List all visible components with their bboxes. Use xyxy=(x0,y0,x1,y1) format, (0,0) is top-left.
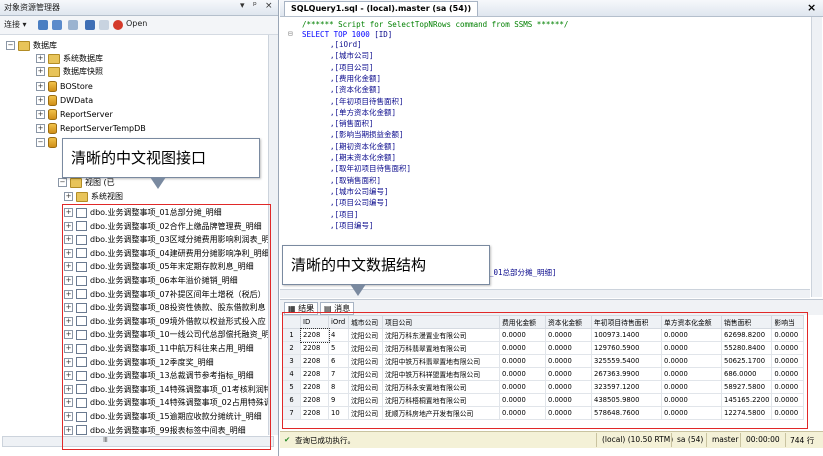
code-column-line: ,[城市公司] xyxy=(330,51,374,61)
tree-node-label: ReportServerTempDB xyxy=(60,124,146,133)
status-time: 00:00:00 xyxy=(746,435,780,444)
tree-node-database-snapshots[interactable]: + 数据库快照 xyxy=(36,65,103,78)
tree-node-collapsed-db[interactable]: − xyxy=(36,136,60,149)
code-column-line: ,[销售面积] xyxy=(330,119,374,129)
collapse-icon[interactable]: − xyxy=(58,178,67,187)
pin-icon[interactable]: ᵖ xyxy=(253,1,257,11)
close-icon[interactable]: × xyxy=(807,1,816,14)
expand-icon[interactable]: + xyxy=(36,96,45,105)
database-icon xyxy=(48,95,57,106)
code-column-line: ,[影响当期损益金额] xyxy=(330,130,404,140)
code-column-line: ,[项目编号] xyxy=(330,220,374,230)
close-icon[interactable]: × xyxy=(265,1,273,11)
tree-node-system-databases[interactable]: + 系统数据库 xyxy=(36,52,103,65)
expand-icon[interactable]: + xyxy=(36,67,45,76)
disconnect-icon[interactable] xyxy=(52,20,62,30)
object-explorer-toolbar: 连接 ▾ Open xyxy=(0,16,278,35)
editor-vertical-scrollbar[interactable] xyxy=(811,17,822,297)
tree-node-reportservertempdb[interactable]: + ReportServerTempDB xyxy=(36,122,146,135)
status-divider xyxy=(706,433,707,447)
code-column-line: ,[项目] xyxy=(330,209,359,219)
status-message: 查询已成功执行。 xyxy=(295,436,355,445)
code-column-line: ,[资本化金额] xyxy=(330,85,382,95)
status-divider xyxy=(785,433,786,447)
tree-node-label: 数据库快照 xyxy=(63,67,103,76)
code-comment: /****** Script for SelectTopNRows comman… xyxy=(302,20,569,29)
database-icon xyxy=(48,109,57,120)
collapse-icon[interactable]: − xyxy=(6,41,15,50)
tree-node-label: DWData xyxy=(60,96,94,105)
status-bar: ✔ 查询已成功执行。 (local) (10.50 RTM) sa (54) m… xyxy=(280,431,823,448)
status-rows: 744 行 xyxy=(790,436,815,445)
folder-icon xyxy=(70,177,82,188)
tree-node-system-views[interactable]: + 系统视图 xyxy=(64,190,123,203)
dropdown-icon[interactable]: ▾ xyxy=(240,1,245,11)
expand-icon[interactable]: + xyxy=(36,110,45,119)
query-tab[interactable]: SQLQuery1.sql - (local).master (sa (54)) xyxy=(284,1,479,16)
code-column-line: ,[iOrd] xyxy=(330,40,362,49)
code-column-line: ,[取年初项目待售面积] xyxy=(330,164,412,174)
collapse-marker[interactable]: ⊟ xyxy=(288,29,293,39)
stop-icon[interactable] xyxy=(68,20,78,30)
success-icon: ✔ xyxy=(284,435,291,444)
status-database: master xyxy=(712,435,739,444)
filter-icon[interactable] xyxy=(85,20,95,30)
open-button[interactable]: Open xyxy=(126,19,147,28)
tree-node-label: BOStore xyxy=(60,82,93,91)
connect-button[interactable]: 连接 ▾ xyxy=(4,19,27,30)
code-column-line: ,[项目公司] xyxy=(330,62,374,72)
code-column-line: ,[费用化金额] xyxy=(330,73,382,83)
database-icon xyxy=(48,123,57,134)
tree-node-dwdata[interactable]: + DWData xyxy=(36,94,93,107)
object-explorer-titlebar: 对象资源管理器 ▾ ᵖ × xyxy=(0,0,278,16)
connect-icon[interactable] xyxy=(38,20,48,30)
code-column-line: ,[项目公司编号] xyxy=(330,198,389,208)
collapse-icon[interactable]: − xyxy=(36,138,45,147)
callout-pointer xyxy=(350,284,366,296)
database-icon xyxy=(48,81,57,92)
code-column-line: ,[单方资本化金额] xyxy=(330,107,397,117)
code-select-line: SELECT TOP 1000 [ID] xyxy=(302,30,392,40)
code-column-line: ,[期末资本化余额] xyxy=(330,153,397,162)
status-divider xyxy=(671,433,672,447)
highlight-box-results xyxy=(282,312,808,429)
status-divider xyxy=(740,433,741,447)
tree-node-reportserver[interactable]: + ReportServer xyxy=(36,108,113,121)
code-column-line: ,[年初项目待售面积] xyxy=(330,96,404,106)
callout-text: 清晰的中文数据结构 xyxy=(291,256,427,274)
expand-icon[interactable]: + xyxy=(36,124,45,133)
callout-text: 清晰的中文视图接口 xyxy=(71,149,207,167)
status-divider xyxy=(596,433,597,447)
open-icon[interactable] xyxy=(113,20,123,30)
object-explorer-title: 对象资源管理器 xyxy=(4,3,60,12)
tree-node-label: 数据库 xyxy=(33,41,57,50)
tree-node-label: 系统数据库 xyxy=(63,54,103,63)
code-column-line: ,[城市公司编号] xyxy=(330,186,389,196)
expand-icon[interactable]: + xyxy=(36,82,45,91)
highlight-box-views xyxy=(62,204,271,450)
select-column: [ID] xyxy=(374,30,393,39)
folder-icon xyxy=(18,40,30,51)
folder-icon xyxy=(48,66,60,77)
expand-icon[interactable]: + xyxy=(64,192,73,201)
folder-icon xyxy=(48,53,60,64)
select-keyword: SELECT TOP 1000 xyxy=(302,30,370,39)
callout-view-interface: 清晰的中文视图接口 xyxy=(62,138,260,178)
status-server: (local) (10.50 RTM) xyxy=(602,435,674,444)
callout-data-structure: 清晰的中文数据结构 xyxy=(282,245,490,285)
database-icon xyxy=(48,137,57,148)
status-user: sa (54) xyxy=(677,435,704,444)
tree-node-label: 视图 (已 xyxy=(85,178,115,187)
folder-icon xyxy=(76,191,88,202)
refresh-icon[interactable] xyxy=(99,20,109,30)
tree-node-label: ReportServer xyxy=(60,110,113,119)
code-column-line: ,[期初资本化金额] xyxy=(330,141,397,151)
code-column-line: ,[取销售面积] xyxy=(330,175,382,185)
expand-icon[interactable]: + xyxy=(36,54,45,63)
tree-node-label: 系统视图 xyxy=(91,192,123,201)
tree-node-bostore[interactable]: + BOStore xyxy=(36,80,93,93)
tree-node-databases[interactable]: − 数据库 xyxy=(6,39,57,52)
callout-pointer xyxy=(150,177,166,189)
